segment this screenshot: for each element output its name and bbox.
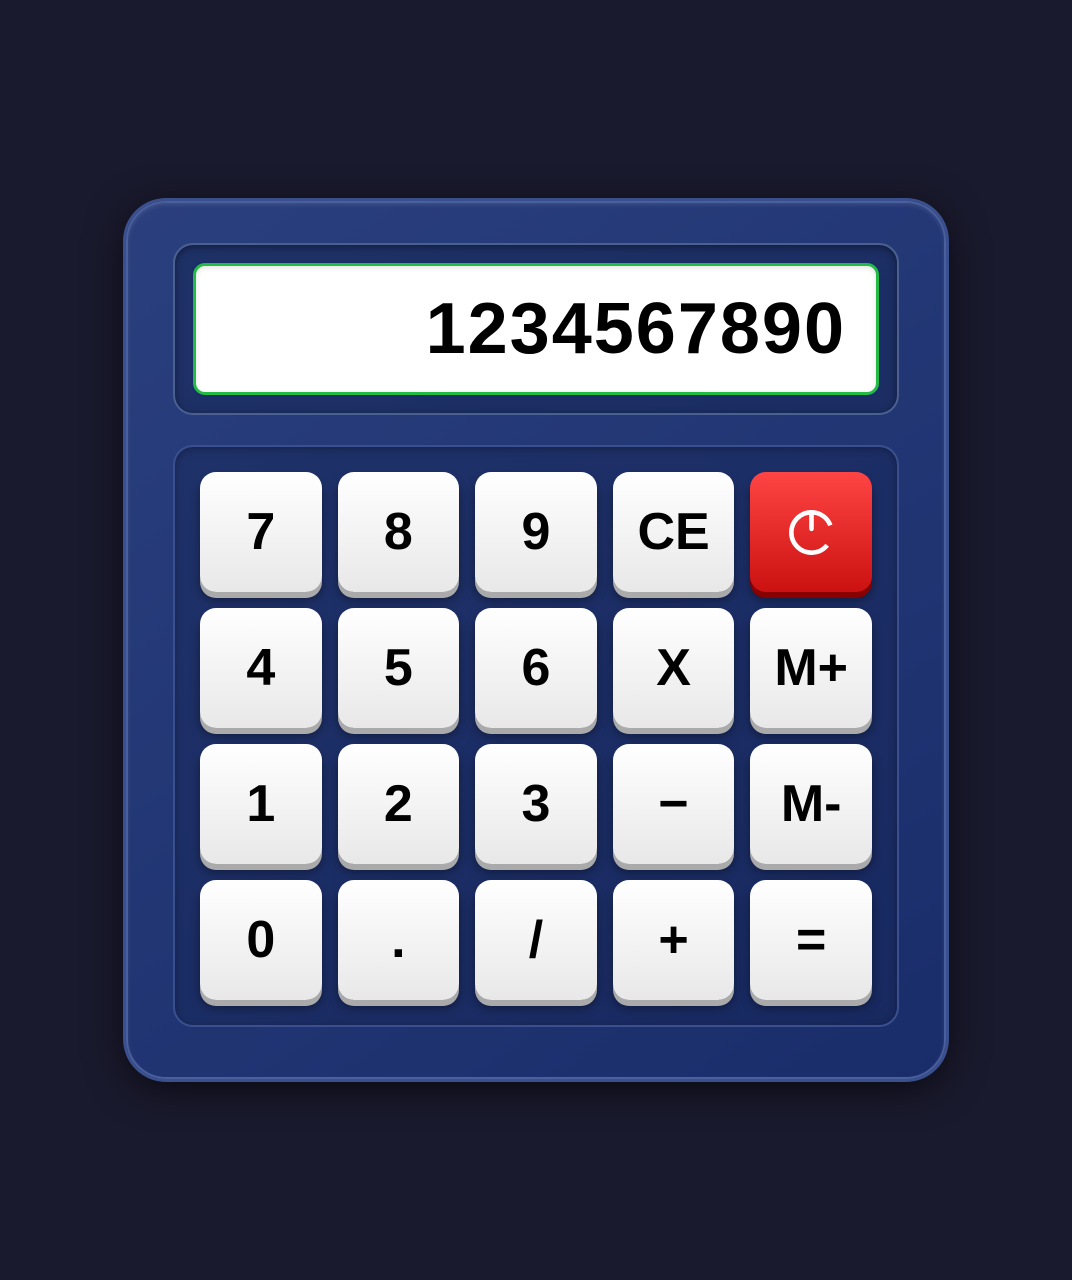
btn-subtract[interactable]: − — [613, 744, 735, 864]
btn-power[interactable] — [750, 472, 872, 592]
btn-6[interactable]: 6 — [475, 608, 597, 728]
calculator: 1234567890 7 8 9 CE — [126, 201, 946, 1079]
btn-divide[interactable]: / — [475, 880, 597, 1000]
btn-add[interactable]: + — [613, 880, 735, 1000]
display-value: 1234567890 — [426, 288, 846, 370]
buttons-area: 7 8 9 CE 4 5 — [173, 445, 899, 1027]
btn-mminus[interactable]: M- — [750, 744, 872, 864]
btn-decimal[interactable]: . — [338, 880, 460, 1000]
btn-3[interactable]: 3 — [475, 744, 597, 864]
btn-9[interactable]: 9 — [475, 472, 597, 592]
btn-multiply[interactable]: X — [613, 608, 735, 728]
display-area: 1234567890 — [173, 243, 899, 415]
btn-7[interactable]: 7 — [200, 472, 322, 592]
btn-5[interactable]: 5 — [338, 608, 460, 728]
btn-2[interactable]: 2 — [338, 744, 460, 864]
power-icon — [784, 505, 839, 560]
btn-mplus[interactable]: M+ — [750, 608, 872, 728]
display-screen: 1234567890 — [193, 263, 879, 395]
btn-8[interactable]: 8 — [338, 472, 460, 592]
btn-1[interactable]: 1 — [200, 744, 322, 864]
btn-0[interactable]: 0 — [200, 880, 322, 1000]
btn-ce[interactable]: CE — [613, 472, 735, 592]
button-grid: 7 8 9 CE 4 5 — [200, 472, 872, 1000]
btn-equals[interactable]: = — [750, 880, 872, 1000]
btn-4[interactable]: 4 — [200, 608, 322, 728]
